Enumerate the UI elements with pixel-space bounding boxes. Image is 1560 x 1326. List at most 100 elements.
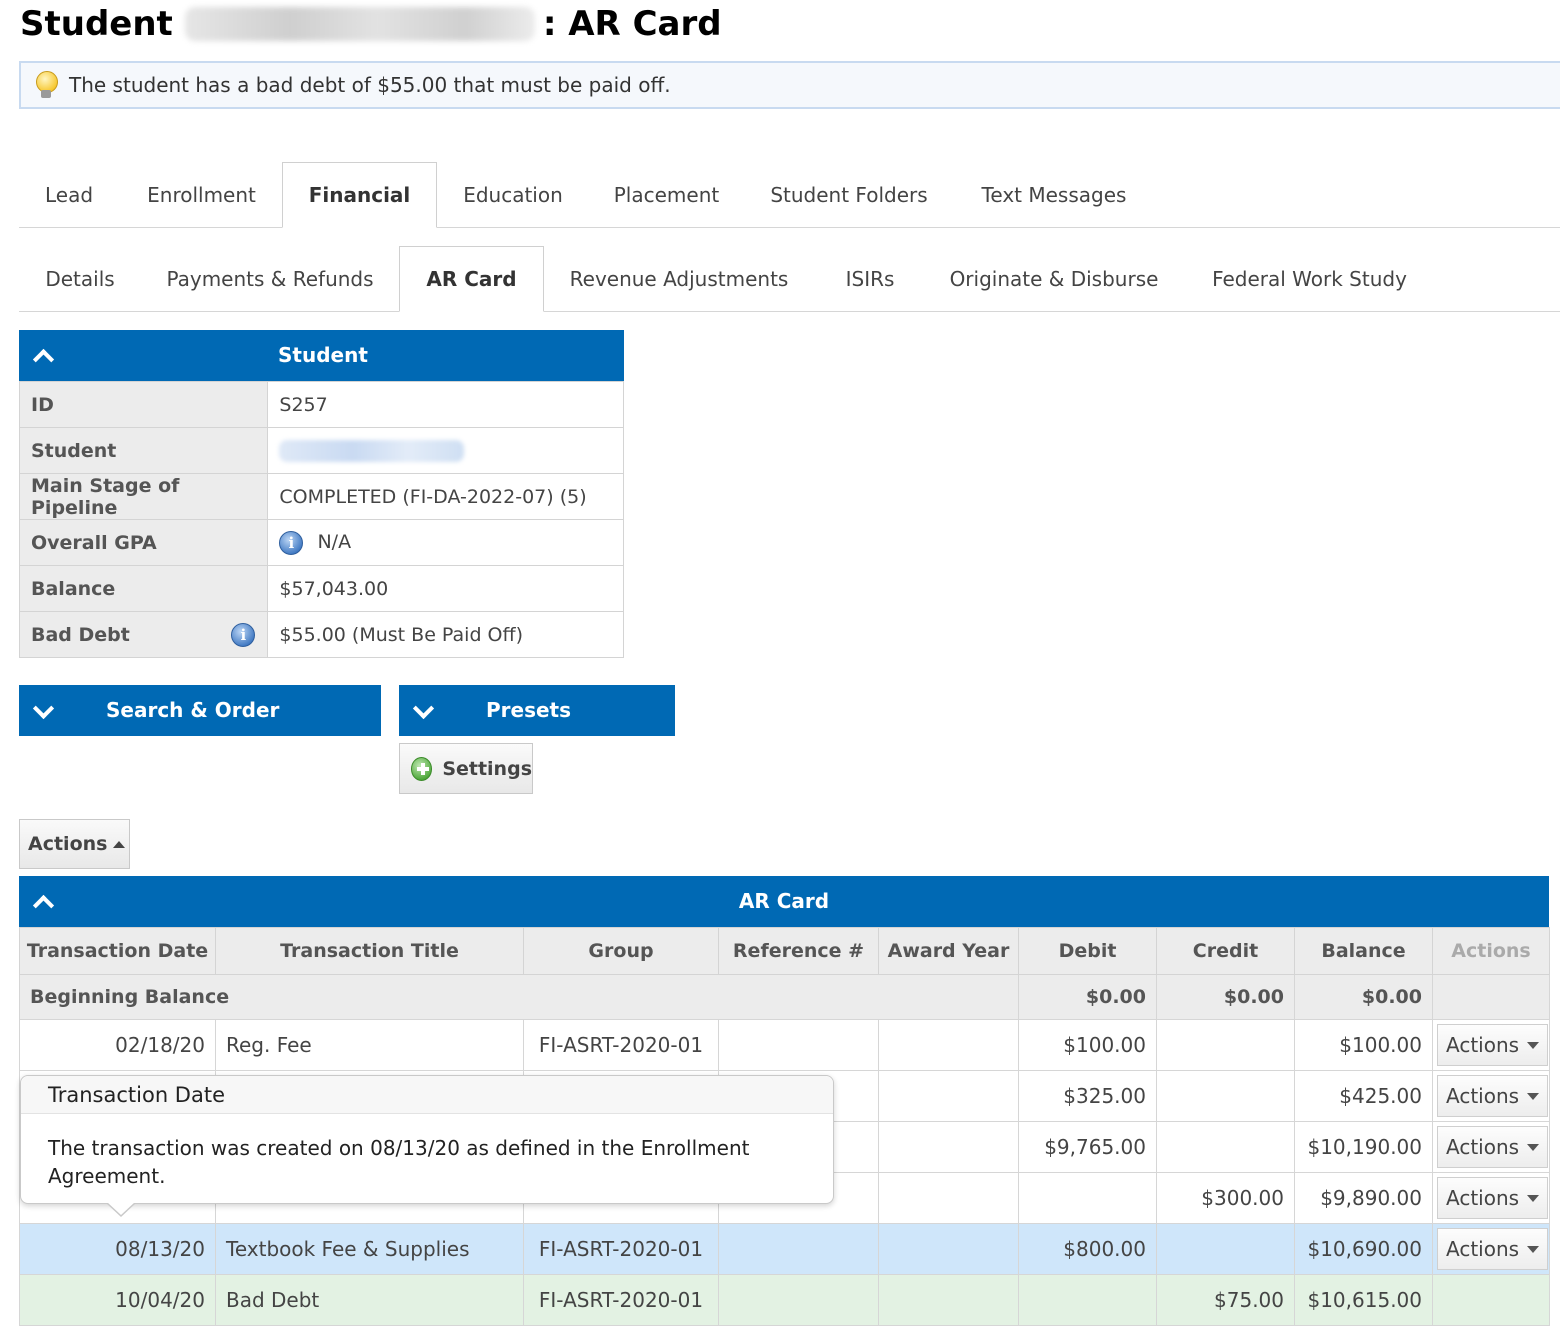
transaction-award-year [878,1223,1019,1275]
student-panel-header[interactable]: Student [19,330,624,381]
beginning-balance: $0.00 [1294,974,1433,1020]
student-name-redacted [279,439,465,462]
column-header-transaction-title[interactable]: Transaction Title [215,927,524,975]
page-title-prefix: Student [20,4,173,44]
tab-placement[interactable]: Placement [594,162,739,227]
transaction-credit-link[interactable]: $300.00 [1156,1172,1295,1224]
tab-financial[interactable]: Financial [282,162,437,228]
tab-revenue-adjustments[interactable]: Revenue Adjustments [559,246,799,311]
transaction-date-tooltip: Transaction Date The transaction was cre… [20,1075,834,1217]
tab-details[interactable]: Details [19,246,141,311]
transaction-award-year [878,1121,1019,1173]
column-header-transaction-date[interactable]: Transaction Date [19,927,216,975]
transaction-debit-link[interactable]: $100.00 [1018,1019,1157,1071]
beginning-debit: $0.00 [1018,974,1157,1020]
search-order-title: Search & Order [106,698,280,722]
caret-down-icon [1527,1041,1540,1049]
presets-panel-header[interactable]: Presets [399,685,675,736]
transaction-title: Reg. Fee [215,1019,524,1071]
transaction-credit-link[interactable]: $75.00 [1156,1274,1295,1326]
student-name-redacted [184,7,535,41]
row-actions-cell: Actions [1432,1019,1550,1071]
caret-down-icon [1527,1194,1540,1202]
info-icon[interactable]: i [279,530,304,555]
column-header-group[interactable]: Group [523,927,719,975]
row-actions-label: Actions [1446,1237,1520,1261]
transaction-debit-link[interactable]: $325.00 [1018,1070,1157,1122]
student-panel-title: Student [278,343,368,367]
search-order-panel-header[interactable]: Search & Order [19,685,381,736]
row-actions-button[interactable]: Actions [1437,1075,1549,1117]
alert-text: The student has a bad debt of $55.00 tha… [69,73,671,97]
row-actions-button[interactable]: Actions [1437,1024,1549,1066]
tab-enrollment[interactable]: Enrollment [129,162,274,227]
add-icon [411,756,433,781]
row-actions-cell: Actions [1432,1223,1550,1275]
tab-label: Lead [44,182,94,207]
transaction-balance: $10,690.00 [1294,1223,1433,1275]
column-header-balance[interactable]: Balance [1294,927,1433,975]
tab-ar-card[interactable]: AR Card [399,246,544,312]
tab-isirs[interactable]: ISIRs [824,246,916,311]
transaction-balance: $10,615.00 [1294,1274,1433,1326]
ar-card-panel-header[interactable]: AR Card [19,876,1549,927]
transaction-debit-link[interactable]: $800.00 [1018,1223,1157,1275]
tab-federal-work-study[interactable]: Federal Work Study [1197,246,1422,311]
tab-label: AR Card [426,267,517,291]
tab-label: Student Folders [770,182,928,207]
info-row-gpa: Overall GPA i N/A [18,519,624,566]
transaction-award-year [878,1274,1019,1326]
transaction-credit [1156,1019,1295,1071]
chevron-down-icon[interactable] [32,697,55,720]
transaction-date[interactable]: 08/13/20 [19,1223,216,1275]
info-row-balance: Balance $57,043.00 [18,565,624,612]
tab-education[interactable]: Education [444,162,582,227]
beginning-balance-label: Beginning Balance [19,974,1019,1020]
column-header-award-year[interactable]: Award Year [878,927,1019,975]
settings-button[interactable]: Settings [399,743,533,794]
chevron-down-icon[interactable] [412,697,435,720]
tab-student-folders[interactable]: Student Folders [754,162,944,227]
transaction-balance: $425.00 [1294,1070,1433,1122]
transaction-debit-link[interactable]: $9,765.00 [1018,1121,1157,1173]
tab-lead[interactable]: Lead [19,162,119,227]
transaction-reference [718,1019,879,1071]
transaction-award-year [878,1172,1019,1224]
pipeline-stage-link[interactable]: COMPLETED (FI-DA-2022-07) (5) [267,473,624,520]
column-header-debit[interactable]: Debit [1018,927,1157,975]
ar-card-title: AR Card [738,889,830,913]
tab-label: Payments & Refunds [166,266,374,291]
sub-tab-bar: Details Payments & Refunds AR Card Reven… [19,246,1560,312]
actions-menu-button[interactable]: Actions [19,819,130,869]
tooltip-arrow [106,1202,136,1217]
tooltip-body: The transaction was created on 08/13/20 … [48,1136,750,1188]
transaction-reference [718,1223,879,1275]
caret-down-icon [1527,1092,1540,1100]
transaction-date: 02/18/20 [19,1019,216,1071]
transaction-debit [1018,1274,1157,1326]
bad-debt-alert: The student has a bad debt of $55.00 tha… [19,61,1560,109]
caret-down-icon [1527,1245,1540,1253]
row-actions-label: Actions [1446,1135,1520,1159]
tab-originate-disburse[interactable]: Originate & Disburse [939,246,1169,311]
tab-text-messages[interactable]: Text Messages [964,162,1144,227]
transaction-balance: $9,890.00 [1294,1172,1433,1224]
info-icon[interactable]: i [231,623,256,647]
row-actions-button[interactable]: Actions [1437,1177,1549,1219]
column-header-credit[interactable]: Credit [1156,927,1295,975]
tab-payments-refunds[interactable]: Payments & Refunds [154,246,386,311]
transaction-credit [1156,1070,1295,1122]
lightbulb-icon [33,71,59,99]
chevron-up-icon[interactable] [32,348,55,371]
transaction-reference [718,1274,879,1326]
beginning-credit: $0.00 [1156,974,1295,1020]
tab-label: Revenue Adjustments [569,266,789,291]
column-header-reference[interactable]: Reference # [718,927,879,975]
gpa-cell: i N/A [267,519,624,566]
transaction-date: 10/04/20 [19,1274,216,1326]
main-tab-bar: Lead Enrollment Financial Education Plac… [19,162,1560,228]
row-actions-cell [1432,1274,1550,1326]
tab-label: Text Messages [981,182,1127,207]
row-actions-button[interactable]: Actions [1437,1126,1549,1168]
row-actions-button[interactable]: Actions [1437,1228,1549,1270]
